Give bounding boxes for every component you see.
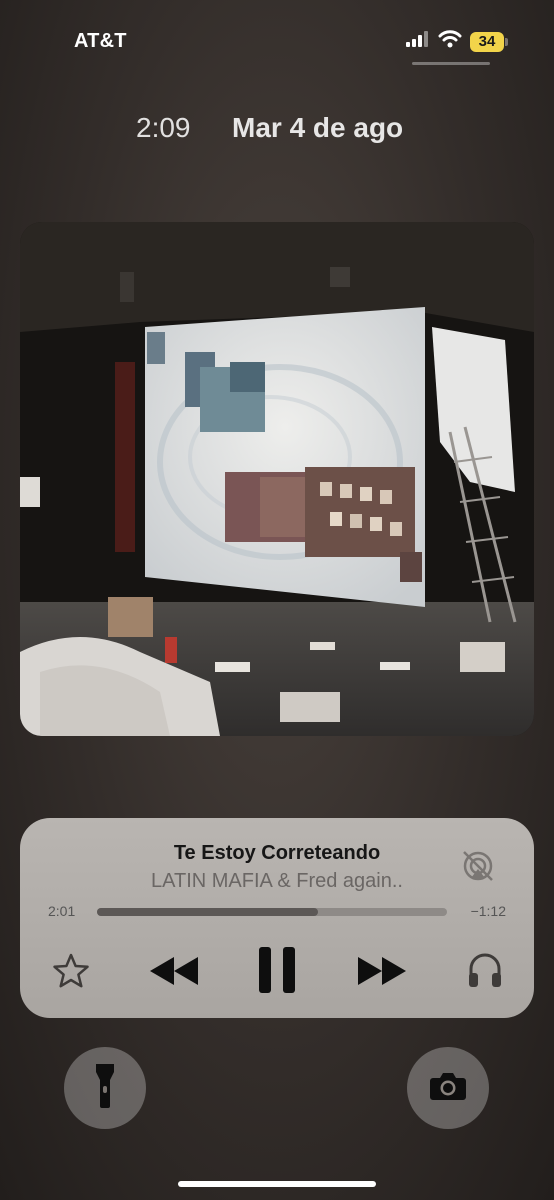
lock-time: 2:09 (136, 112, 191, 143)
progress-fill (97, 908, 318, 916)
flashlight-button[interactable] (64, 1047, 146, 1129)
status-bar: AT&T 34 (0, 0, 554, 80)
home-indicator[interactable] (178, 1181, 376, 1187)
lock-date: Mar 4 de ago (232, 112, 404, 143)
fast-forward-icon[interactable] (354, 948, 410, 994)
carrier-name: AT&T (74, 30, 127, 52)
progress-bar[interactable] (97, 908, 447, 916)
wifi-icon (438, 30, 462, 53)
flashlight-icon (94, 1062, 116, 1115)
star-icon[interactable] (50, 950, 92, 992)
album-artwork (20, 222, 534, 736)
camera-button[interactable] (407, 1047, 489, 1129)
remaining-time: −1:12 (470, 903, 506, 919)
clock-row: 2:09 Mar 4 de ago (0, 112, 554, 152)
headphones-icon[interactable] (464, 948, 506, 992)
album-artwork-image (20, 222, 534, 736)
elapsed-time: 2:01 (48, 903, 76, 919)
signal-icon (406, 31, 430, 52)
pause-icon[interactable] (250, 940, 304, 1000)
battery-icon: 34 (470, 31, 508, 52)
song-title: Te Estoy Correteando (173, 842, 381, 864)
camera-icon (429, 1071, 467, 1106)
control-center-indicator (412, 62, 490, 65)
status-icons: 34 (406, 30, 508, 53)
battery-level: 34 (470, 31, 504, 52)
song-artist: LATIN MAFIA & Fred again.. (151, 870, 403, 892)
now-playing-widget[interactable]: Te Estoy Correteando LATIN MAFIA & Fred … (20, 818, 534, 1018)
airplay-off-icon[interactable] (460, 848, 496, 889)
rewind-icon[interactable] (146, 948, 202, 994)
